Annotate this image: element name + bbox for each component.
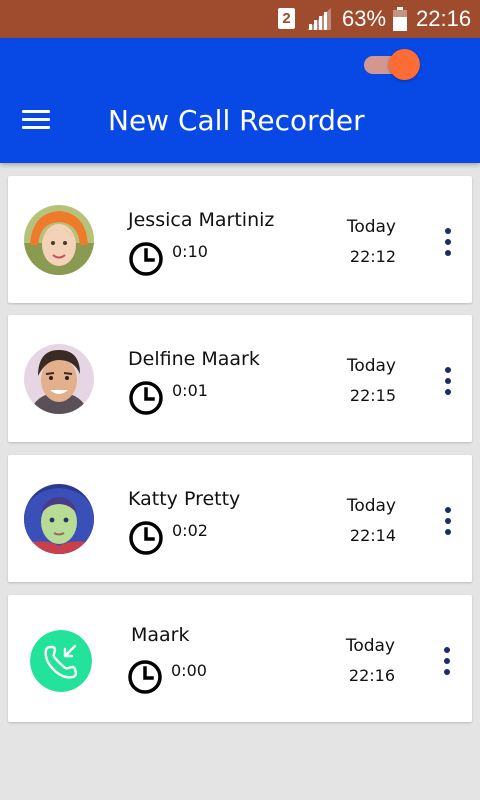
contact-avatar	[24, 484, 94, 554]
contact-avatar	[24, 205, 94, 275]
call-list-item[interactable]: Delfine Maark 0:01 Today 22:15	[8, 315, 472, 442]
contact-name: Jessica Martiniz	[128, 209, 275, 231]
more-options-icon[interactable]	[440, 227, 456, 257]
clock-icon	[128, 660, 162, 694]
more-options-icon[interactable]	[440, 366, 456, 396]
contact-name: Delfine Maark	[128, 348, 260, 370]
clock-icon	[129, 242, 163, 276]
more-options-icon[interactable]	[439, 646, 455, 676]
recording-toggle[interactable]	[364, 49, 420, 81]
call-date: Today	[346, 356, 396, 376]
status-bar: 2 63% 22:16	[0, 0, 480, 38]
toggle-thumb	[389, 49, 420, 80]
clock-icon	[129, 381, 163, 415]
call-duration: 0:01	[172, 381, 208, 400]
app-title: New Call Recorder	[108, 104, 365, 137]
contact-name: Katty Pretty	[128, 488, 241, 510]
call-date: Today	[346, 217, 396, 237]
call-list-item[interactable]: Katty Pretty 0:02 Today 22:14	[8, 455, 472, 582]
battery-icon	[393, 7, 407, 31]
more-options-icon[interactable]	[440, 506, 456, 536]
contact-avatar	[24, 344, 94, 414]
call-list-item[interactable]: Jessica Martiniz 0:10 Today 22:12	[8, 176, 472, 303]
signal-icon	[307, 8, 331, 30]
call-time: 22:15	[349, 386, 396, 405]
call-duration: 0:10	[172, 242, 208, 261]
battery-percent: 63%	[342, 6, 387, 31]
hamburger-menu-icon[interactable]	[20, 106, 52, 132]
app-bar: New Call Recorder	[0, 38, 480, 163]
call-duration: 0:02	[172, 521, 208, 540]
incoming-call-icon	[30, 630, 92, 692]
clock-icon	[129, 521, 163, 555]
call-date: Today	[345, 636, 395, 656]
call-time: 22:12	[349, 247, 396, 266]
call-duration: 0:00	[171, 661, 207, 680]
status-time: 22:16	[416, 6, 472, 31]
contact-name: Maark	[131, 624, 190, 646]
call-time: 22:14	[349, 526, 396, 545]
call-time: 22:16	[348, 666, 395, 685]
call-list-item[interactable]: Maark 0:00 Today 22:16	[8, 595, 472, 722]
sim-icon: 2	[278, 8, 295, 29]
call-date: Today	[346, 496, 396, 516]
